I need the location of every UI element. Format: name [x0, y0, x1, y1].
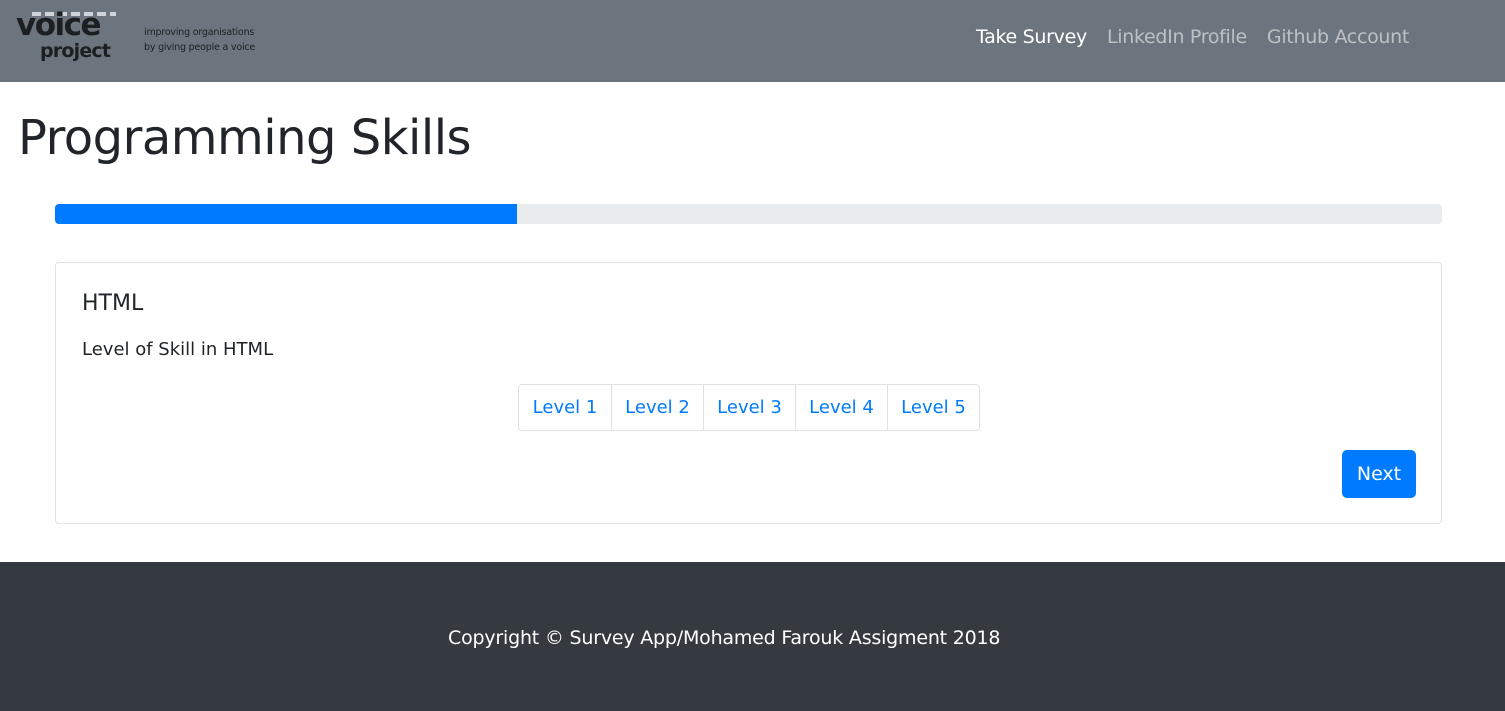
- question-card: HTML Level of Skill in HTML Level 1 Leve…: [55, 262, 1442, 524]
- nav-link-github-account[interactable]: Github Account: [1267, 26, 1409, 48]
- question-text: Level of Skill in HTML: [82, 339, 274, 360]
- survey-progress: [55, 204, 1442, 224]
- logo-word-project: project: [40, 40, 111, 62]
- navbar: voice project improving organisations by…: [0, 0, 1505, 82]
- nav-links: Take Survey LinkedIn Profile Github Acco…: [976, 26, 1409, 48]
- level-5-option[interactable]: Level 5: [887, 385, 979, 430]
- level-1-option[interactable]: Level 1: [519, 385, 611, 430]
- nav-link-linkedin-profile[interactable]: LinkedIn Profile: [1107, 26, 1247, 48]
- voice-project-logo[interactable]: voice project improving organisations by…: [16, 10, 256, 68]
- level-selector: Level 1 Level 2 Level 3 Level 4 Level 5: [518, 384, 980, 431]
- logo-word-voice: voice: [16, 7, 102, 43]
- level-3-option[interactable]: Level 3: [703, 385, 795, 430]
- survey-progress-fill: [55, 204, 517, 224]
- question-title: HTML: [82, 291, 144, 316]
- next-button[interactable]: Next: [1342, 450, 1416, 498]
- footer-copyright: Copyright © Survey App/Mohamed Farouk As…: [448, 627, 1001, 649]
- page-title: Programming Skills: [18, 110, 472, 166]
- footer: Copyright © Survey App/Mohamed Farouk As…: [0, 562, 1505, 711]
- nav-link-take-survey[interactable]: Take Survey: [976, 26, 1087, 48]
- level-4-option[interactable]: Level 4: [795, 385, 887, 430]
- level-2-option[interactable]: Level 2: [611, 385, 703, 430]
- logo-tagline-line2: by giving people a voice: [144, 42, 256, 53]
- logo-tagline-line1: improving organisations: [144, 27, 255, 38]
